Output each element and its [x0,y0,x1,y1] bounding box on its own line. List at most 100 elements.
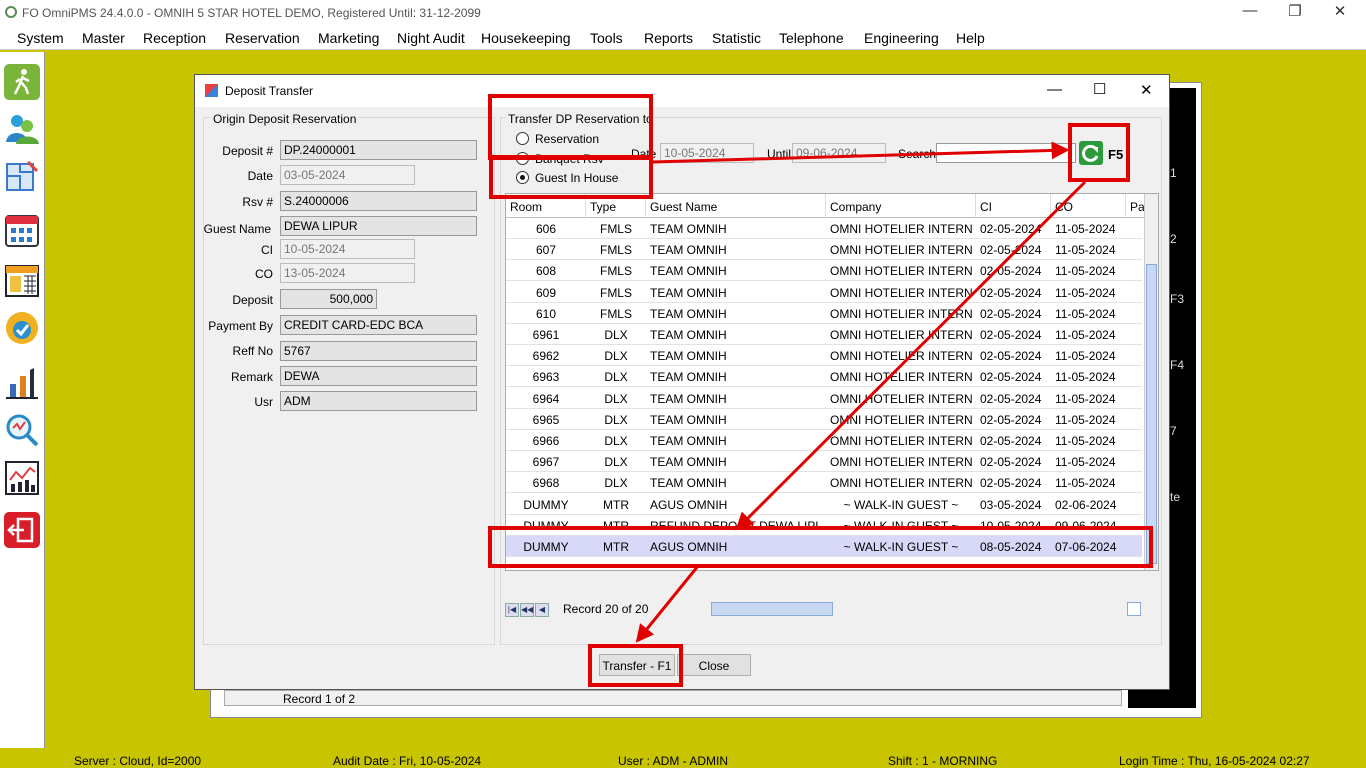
table-cell: TEAM OMNIH [650,370,727,385]
table-row[interactable]: 6961 DLX TEAM OMNIH OMNI HOTELIER INTERNAS.… [506,324,1142,345]
available-badge-icon[interactable] [4,310,40,346]
table-cell: OMNI HOTELIER INTERNAS... [830,222,972,236]
calendar-2023-icon[interactable] [4,262,40,298]
table-row[interactable]: 606 FMLS TEAM OMNIH OMNI HOTELIER INTERNAS.… [506,218,1142,239]
table-row[interactable]: 608 FMLS TEAM OMNIH OMNI HOTELIER INTERNAS.… [506,260,1142,282]
prev-record-button[interactable]: ◀ [535,603,549,617]
menu-system[interactable]: System [17,30,64,46]
guest-name-field[interactable]: DEWA LIPUR [280,216,477,236]
close-button-dialog[interactable]: Close [677,654,751,676]
col-pax[interactable]: Pa [1126,194,1146,218]
deposit-no-label: Deposit # [222,144,273,158]
table-row[interactable]: 6963 DLX TEAM OMNIH OMNI HOTELIER INTERNAS.… [506,366,1142,388]
exit-icon[interactable] [4,512,40,548]
menu-tools[interactable]: Tools [590,30,623,46]
dialog-close-button[interactable]: ✕ [1140,81,1153,99]
ci-field[interactable]: 10-05-2024 [280,239,415,259]
table-row[interactable]: DUMMY MTR AGUS OMNIH ~ WALK-IN GUEST ~ 03-05… [506,494,1142,515]
menu-master[interactable]: Master [82,30,125,46]
side-label: 1 [1170,166,1177,180]
table-row[interactable]: 6964 DLX TEAM OMNIH OMNI HOTELIER INTERNAS.… [506,388,1142,409]
floor-plan-icon[interactable] [4,158,40,194]
table-row[interactable]: 6965 DLX TEAM OMNIH OMNI HOTELIER INTERNAS.… [506,409,1142,430]
col-ci[interactable]: CI [976,194,1051,218]
restore-button[interactable]: ❐ [1280,2,1310,20]
menu-telephone[interactable]: Telephone [779,30,844,46]
prev-page-button[interactable]: ◀◀ [520,603,534,617]
scrollbar-thumb[interactable] [1146,264,1157,564]
guests-icon[interactable] [4,110,40,146]
scroll-right-button[interactable] [1127,602,1141,616]
annotation-selected-row-box [488,526,1153,568]
transfer-date-field[interactable]: 10-05-2024 [660,143,754,163]
status-user: User : ADM - ADMIN [618,754,729,768]
table-cell: DLX [604,455,628,470]
until-field[interactable]: 09-06-2024 [792,143,886,163]
search-analytics-icon[interactable] [4,412,40,448]
remark-field[interactable]: DEWA [280,366,477,386]
table-row[interactable]: 6967 DLX TEAM OMNIH OMNI HOTELIER INTERNAS.… [506,451,1142,473]
grid-record-navigator: |◀ ◀◀ ◀ Record 20 of 20 [505,601,1143,617]
table-row[interactable]: 610 FMLS TEAM OMNIH OMNI HOTELIER INTERNAS.… [506,303,1142,324]
menu-reception[interactable]: Reception [143,30,206,46]
col-co[interactable]: CO [1051,194,1126,218]
grid-vertical-scrollbar[interactable] [1144,194,1158,570]
table-row[interactable]: 607 FMLS TEAM OMNIH OMNI HOTELIER INTERNAS.… [506,239,1142,261]
search-input[interactable] [936,143,1076,163]
table-cell: TEAM OMNIH [650,264,727,279]
col-guest-name[interactable]: Guest Name [646,194,826,218]
rsv-field[interactable]: S.24000006 [280,191,477,211]
table-cell: 02-06-2024 [1055,497,1117,512]
minimize-button[interactable]: — [1235,2,1265,19]
app-title-bar: FO OmniPMS 24.4.0.0 - OMNIH 5 STAR HOTEL… [0,0,1366,26]
first-record-button[interactable]: |◀ [505,603,519,617]
guest-grid[interactable]: Room Type Guest Name Company CI CO Pa 60… [505,193,1159,571]
background-record-navigator[interactable]: Record 1 of 2 [224,690,1122,706]
table-cell: 11-05-2024 [1055,264,1116,279]
table-row[interactable]: 6966 DLX TEAM OMNIH OMNI HOTELIER INTERNAS.… [506,430,1142,451]
chart-icon[interactable] [4,460,40,496]
table-cell: TEAM OMNIH [650,434,727,448]
menu-reports[interactable]: Reports [644,30,693,46]
side-label: te [1170,490,1181,504]
deposit-no-field[interactable]: DP.24000001 [280,140,477,160]
dialog-app-icon [205,84,218,97]
menu-engineering[interactable]: Engineering [864,30,939,46]
close-button[interactable]: ✕ [1325,2,1355,20]
dialog-minimize-button[interactable]: — [1047,81,1062,98]
app-logo-icon [5,6,17,18]
table-cell: 6964 [532,391,560,406]
table-cell: TEAM OMNIH [650,349,727,364]
menu-housekeeping[interactable]: Housekeeping [481,30,571,46]
table-cell: 606 [535,222,557,236]
quick-launch-sidebar [0,52,45,748]
reff-field[interactable]: 5767 [280,341,477,361]
table-cell: 02-05-2024 [980,243,1042,258]
table-cell: OMNI HOTELIER INTERNAS... [830,285,972,300]
status-audit-date: Audit Date : Fri, 10-05-2024 [333,754,482,768]
menu-marketing[interactable]: Marketing [318,30,379,46]
table-cell: FMLS [599,285,632,300]
table-row[interactable]: 6962 DLX TEAM OMNIH OMNI HOTELIER INTERNAS.… [506,345,1142,367]
table-cell: 607 [535,243,557,258]
payment-field[interactable]: CREDIT CARD-EDC BCA [280,315,477,335]
col-company[interactable]: Company [826,194,976,218]
menu-statistic[interactable]: Statistic [712,30,761,46]
co-field[interactable]: 13-05-2024 [280,263,415,283]
grid-horizontal-scrollbar-thumb[interactable] [711,602,833,616]
table-row[interactable]: 609 FMLS TEAM OMNIH OMNI HOTELIER INTERNAS.… [506,282,1142,303]
menu-night-audit[interactable]: Night Audit [397,30,465,46]
table-row[interactable]: 6968 DLX TEAM OMNIH OMNI HOTELIER INTERNAS.… [506,472,1142,494]
menu-help[interactable]: Help [956,30,985,46]
calendar-grid-icon[interactable] [4,212,40,248]
housekeeping-icon[interactable] [4,364,40,400]
table-cell: TEAM OMNIH [650,391,727,406]
table-cell: DLX [604,328,628,342]
dialog-maximize-button[interactable]: ☐ [1093,80,1106,98]
dialog-title: Deposit Transfer [225,84,314,98]
walk-in-icon[interactable] [4,64,40,100]
menu-reservation[interactable]: Reservation [225,30,300,46]
date-field[interactable]: 03-05-2024 [280,165,415,185]
deposit-amount-field[interactable]: 500,000 [280,289,377,309]
usr-field[interactable]: ADM [280,391,477,411]
